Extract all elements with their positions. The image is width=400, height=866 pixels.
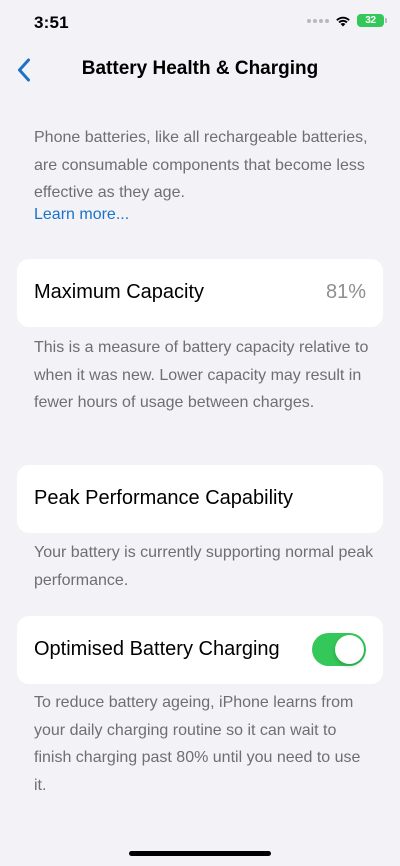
- battery-level-text: 32: [365, 15, 376, 26]
- optimised-charging-toggle[interactable]: [312, 633, 366, 666]
- maximum-capacity-value: 81%: [325, 281, 366, 303]
- home-indicator[interactable]: [129, 851, 271, 856]
- optimised-charging-footnote: To reduce battery ageing, iPhone learns …: [34, 694, 361, 794]
- peak-performance-row: Peak Performance Capability: [17, 465, 383, 533]
- cellular-signal-icon: [307, 18, 329, 23]
- status-bar: 3:51 32: [0, 0, 400, 48]
- peak-performance-footnote: Your battery is currently supporting nor…: [34, 544, 374, 589]
- battery-icon: 32: [357, 14, 387, 27]
- peak-performance-label: Peak Performance Capability: [34, 487, 294, 509]
- maximum-capacity-footnote: This is a measure of battery capacity re…: [34, 339, 369, 411]
- toggle-knob: [335, 635, 364, 664]
- optimised-charging-row: Optimised Battery Charging: [17, 616, 383, 684]
- learn-more-link[interactable]: Learn more...: [34, 206, 129, 224]
- maximum-capacity-row: Maximum Capacity 81%: [17, 259, 383, 327]
- wifi-icon: [336, 16, 350, 26]
- status-indicators: 32: [307, 14, 387, 27]
- optimised-charging-label: Optimised Battery Charging: [34, 638, 280, 660]
- maximum-capacity-label: Maximum Capacity: [34, 281, 205, 303]
- status-time: 3:51: [34, 13, 69, 32]
- intro-text: Phone batteries, like all rechargeable b…: [34, 129, 368, 201]
- page-title: Battery Health & Charging: [81, 58, 319, 79]
- navigation-bar: Battery Health & Charging: [0, 48, 400, 92]
